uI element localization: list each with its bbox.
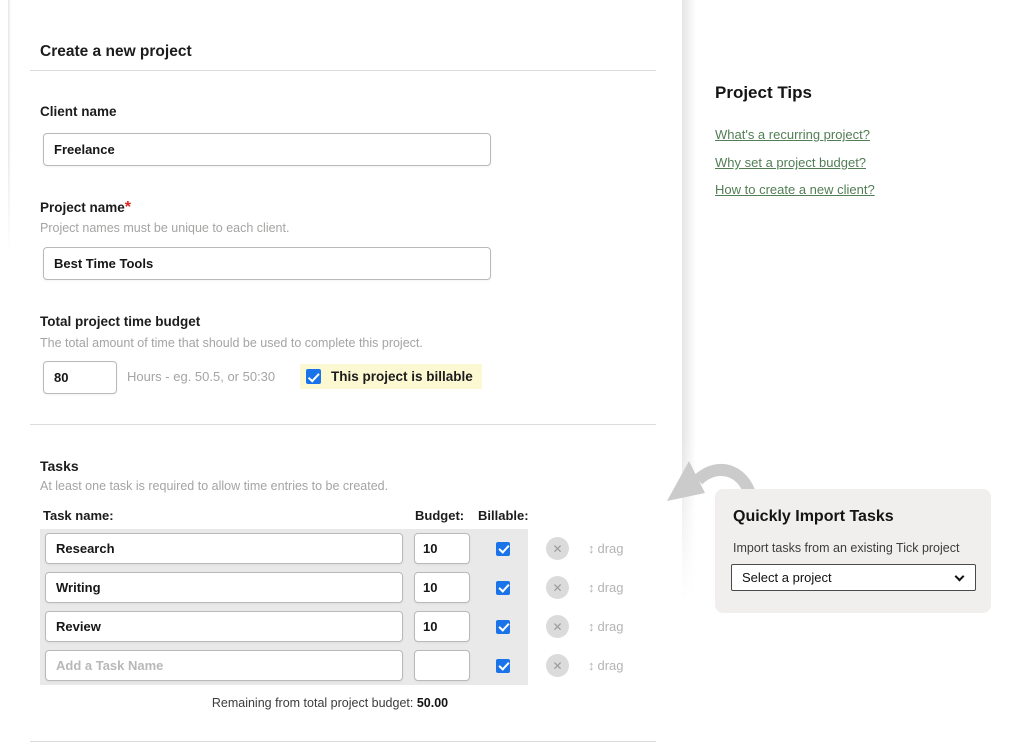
task-billable-checkbox[interactable] [496, 581, 510, 595]
drag-arrows-icon: ↕ [588, 580, 595, 595]
task-billable-checkbox[interactable] [496, 659, 510, 673]
task-name-input[interactable] [45, 611, 403, 642]
divider [30, 741, 656, 742]
task-row: ✕ ↕ drag [40, 646, 622, 685]
task-billable-checkbox[interactable] [496, 620, 510, 634]
budget-helper: The total amount of time that should be … [40, 336, 423, 350]
remaining-budget-line: Remaining from total project budget: 50.… [40, 696, 620, 710]
task-name-input[interactable] [45, 650, 403, 681]
project-name-label: Project name* [40, 199, 131, 217]
quick-import-panel: Quickly Import Tasks Import tasks from a… [715, 489, 991, 613]
task-rows: ✕ ↕ drag ✕ ↕ drag ✕ ↕ drag [40, 529, 622, 685]
task-budget-input[interactable] [414, 533, 470, 564]
remove-task-button[interactable]: ✕ [546, 615, 569, 638]
required-asterisk: * [125, 199, 131, 216]
drag-label: drag [598, 619, 624, 634]
task-row: ✕ ↕ drag [40, 607, 622, 646]
divider [30, 424, 656, 425]
close-icon: ✕ [552, 543, 562, 555]
project-name-helper: Project names must be unique to each cli… [40, 221, 289, 235]
tasks-title: Tasks [40, 458, 79, 474]
tasks-helper: At least one task is required to allow t… [40, 479, 388, 493]
drag-handle[interactable]: ↕ drag [588, 580, 624, 595]
remove-task-button[interactable]: ✕ [546, 537, 569, 560]
task-row: ✕ ↕ drag [40, 529, 622, 568]
column-header-billable: Billable: [478, 508, 529, 523]
close-icon: ✕ [552, 621, 562, 633]
billable-option: This project is billable [300, 364, 482, 389]
project-select[interactable]: Select a project [731, 564, 976, 591]
drag-label: drag [598, 541, 624, 556]
tip-link-recurring-project[interactable]: What's a recurring project? [715, 127, 870, 142]
drag-label: drag [598, 658, 624, 673]
remove-task-button[interactable]: ✕ [546, 654, 569, 677]
project-tips-title: Project Tips [715, 83, 812, 103]
billable-checkbox[interactable] [306, 369, 321, 384]
content-right-edge-shadow [682, 0, 696, 600]
tip-link-new-client[interactable]: How to create a new client? [715, 182, 875, 197]
project-select-value: Select a project [742, 570, 832, 585]
quick-import-description: Import tasks from an existing Tick proje… [733, 541, 959, 555]
drag-handle[interactable]: ↕ drag [588, 619, 624, 634]
drag-arrows-icon: ↕ [588, 541, 595, 556]
project-name-input[interactable] [43, 247, 491, 280]
close-icon: ✕ [552, 582, 562, 594]
remaining-budget-label: Remaining from total project budget: [212, 696, 414, 710]
drag-label: drag [598, 580, 624, 595]
task-budget-input[interactable] [414, 611, 470, 642]
close-icon: ✕ [552, 660, 562, 672]
column-header-task-name: Task name: [43, 508, 114, 523]
column-header-budget: Budget: [415, 508, 464, 523]
remove-task-button[interactable]: ✕ [546, 576, 569, 599]
task-name-input[interactable] [45, 533, 403, 564]
quick-import-title: Quickly Import Tasks [733, 508, 894, 526]
chevron-down-icon [955, 572, 965, 582]
page-title: Create a new project [40, 43, 192, 61]
divider [30, 70, 656, 71]
task-billable-checkbox[interactable] [496, 542, 510, 556]
drag-handle[interactable]: ↕ drag [588, 658, 624, 673]
drag-arrows-icon: ↕ [588, 658, 595, 673]
task-budget-input[interactable] [414, 572, 470, 603]
tip-link-project-budget[interactable]: Why set a project budget? [715, 155, 866, 170]
client-name-input[interactable] [43, 133, 491, 166]
billable-label: This project is billable [331, 369, 473, 384]
task-budget-input[interactable] [414, 650, 470, 681]
budget-label: Total project time budget [40, 314, 200, 329]
drag-arrows-icon: ↕ [588, 619, 595, 634]
task-name-input[interactable] [45, 572, 403, 603]
client-name-label: Client name [40, 104, 117, 119]
drag-handle[interactable]: ↕ drag [588, 541, 624, 556]
budget-hours-input[interactable] [43, 361, 117, 394]
remaining-budget-value: 50.00 [417, 696, 448, 710]
task-row: ✕ ↕ drag [40, 568, 622, 607]
content-left-edge-shadow [8, 0, 11, 255]
budget-hint: Hours - eg. 50.5, or 50:30 [127, 369, 275, 384]
